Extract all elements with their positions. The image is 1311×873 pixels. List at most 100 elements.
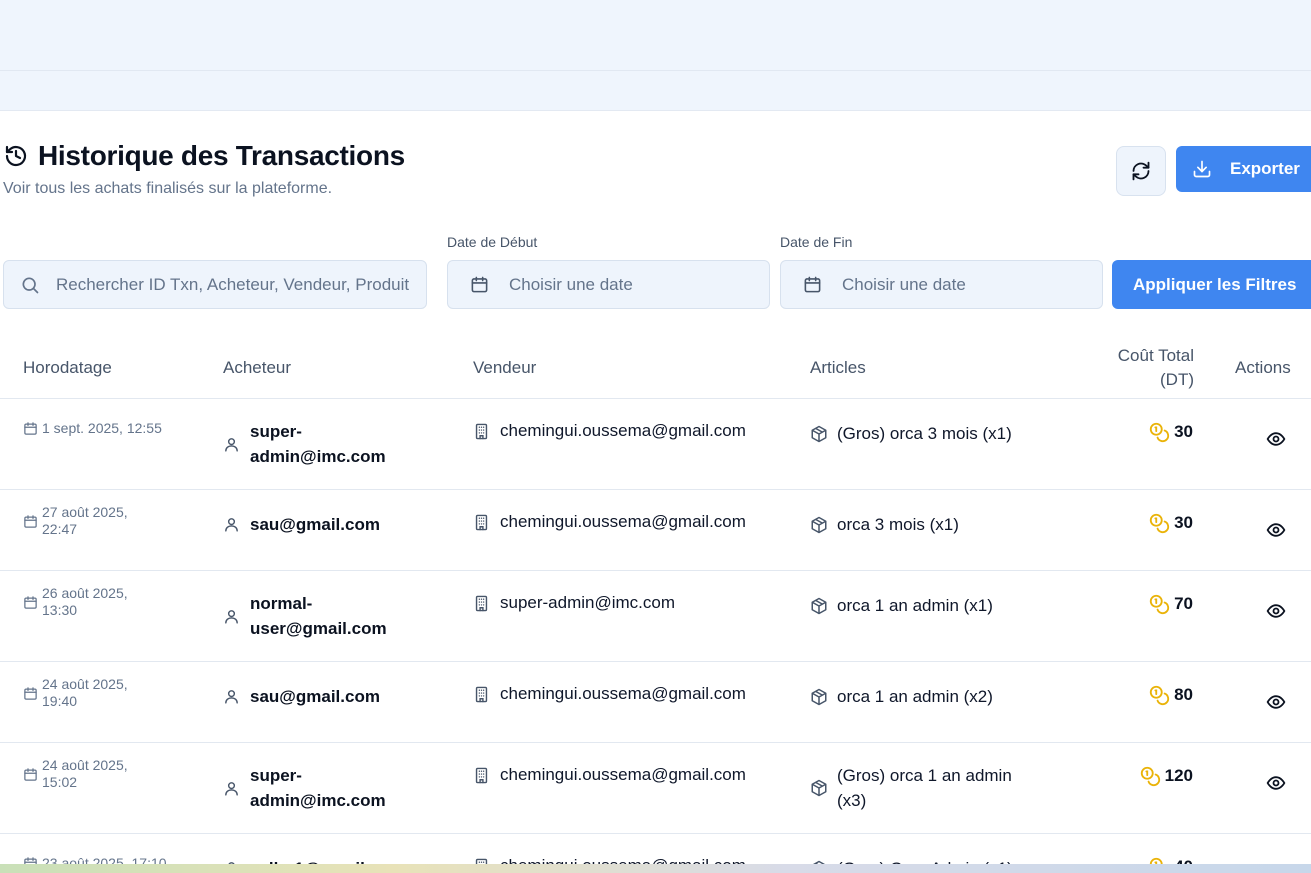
timestamp-text: 24 août 2025, 15:02 — [42, 757, 128, 791]
page-subtitle: Voir tous les achats finalisés sur la pl… — [3, 180, 333, 197]
row-total-cost: 30 — [1148, 421, 1193, 443]
row-total-cost: 70 — [1148, 593, 1193, 615]
buyer-text: super-admin@imc.com — [250, 763, 386, 813]
building-icon — [473, 767, 490, 784]
vendor-text: chemingui.oussema@gmail.com — [500, 765, 746, 784]
view-details-button[interactable] — [1266, 773, 1286, 793]
cost-header-line2: (DT) — [1160, 370, 1194, 389]
user-icon — [223, 516, 240, 533]
row-article: (Gros) orca 3 mois (x1) — [810, 421, 1012, 446]
view-details-button[interactable] — [1266, 692, 1286, 712]
timestamp-line2: 13:30 — [42, 602, 78, 618]
column-header-buyer: Acheteur — [223, 358, 292, 377]
cost-value: 30 — [1174, 513, 1193, 532]
download-icon — [1192, 159, 1212, 179]
buyer-line1: sau@gmail.com — [250, 515, 380, 534]
eye-icon — [1266, 520, 1286, 540]
refresh-button[interactable] — [1116, 146, 1166, 196]
timestamp-line2: 22:47 — [42, 521, 78, 537]
user-icon — [223, 688, 240, 705]
start-date-picker[interactable]: Choisir une date — [447, 260, 770, 309]
header-bottom-border — [0, 110, 1311, 111]
table-row: 24 août 2025, 15:02 super-admin@imc.com che… — [0, 743, 1311, 834]
cost-value: 80 — [1174, 685, 1193, 704]
table-row: 24 août 2025, 19:40 sau@gmail.com chemingui… — [0, 662, 1311, 743]
start-date-label: Date de Début — [447, 234, 538, 250]
row-total-cost: 80 — [1148, 684, 1193, 706]
view-details-button[interactable] — [1266, 429, 1286, 449]
column-header-vendor: Vendeur — [473, 358, 537, 377]
row-vendor: chemingui.oussema@gmail.com — [473, 421, 746, 441]
vendor-text: chemingui.oussema@gmail.com — [500, 684, 746, 703]
article-line1: orca 3 mois (x1) — [837, 515, 959, 534]
search-placeholder: Rechercher ID Txn, Acheteur, Vendeur, Pr… — [56, 274, 410, 294]
building-icon — [473, 423, 490, 440]
user-icon — [223, 780, 240, 797]
timestamp-line1: 24 août 2025, — [42, 757, 128, 773]
article-line1: (Gros) orca 3 mois (x1) — [837, 424, 1012, 443]
history-icon — [4, 144, 28, 168]
coins-icon — [1148, 684, 1170, 706]
article-line1: orca 1 an admin (x2) — [837, 687, 993, 706]
calendar-icon — [23, 767, 38, 782]
column-header-actions: Actions — [1235, 358, 1291, 377]
package-icon — [810, 597, 828, 615]
row-timestamp: 26 août 2025, 13:30 — [23, 585, 128, 619]
row-article: orca 1 an admin (x2) — [810, 684, 993, 709]
coins-icon — [1148, 421, 1170, 443]
cost-value: 30 — [1174, 422, 1193, 441]
calendar-icon — [23, 514, 38, 529]
article-text: orca 1 an admin (x1) — [837, 593, 993, 618]
row-article: (Gros) orca 1 an admin (x3) — [810, 763, 1012, 813]
window-bottom-strip — [0, 864, 1311, 873]
column-header-articles: Articles — [810, 358, 866, 377]
row-timestamp: 1 sept. 2025, 12:55 — [23, 420, 162, 437]
row-timestamp: 24 août 2025, 15:02 — [23, 757, 128, 791]
row-vendor: chemingui.oussema@gmail.com — [473, 684, 746, 704]
view-details-button[interactable] — [1266, 520, 1286, 540]
timestamp-line1: 26 août 2025, — [42, 585, 128, 601]
search-input[interactable]: Rechercher ID Txn, Acheteur, Vendeur, Pr… — [3, 260, 427, 309]
top-header-bar — [0, 0, 1311, 111]
view-details-button[interactable] — [1266, 601, 1286, 621]
row-buyer: super-admin@imc.com — [223, 763, 386, 813]
export-button[interactable]: Exporter — [1176, 146, 1311, 192]
search-icon — [20, 275, 40, 295]
timestamp-text: 1 sept. 2025, 12:55 — [42, 420, 162, 437]
timestamp-line1: 1 sept. 2025, 12:55 — [42, 420, 162, 436]
page-title-row: Historique des Transactions — [4, 140, 405, 172]
row-timestamp: 24 août 2025, 19:40 — [23, 676, 128, 710]
building-icon — [473, 686, 490, 703]
cost-value: 120 — [1164, 766, 1193, 785]
buyer-line1: super- — [250, 422, 302, 441]
package-icon — [810, 779, 828, 797]
table-row: 1 sept. 2025, 12:55 super-admin@imc.com ch… — [0, 399, 1311, 490]
package-icon — [810, 425, 828, 443]
coins-icon — [1148, 512, 1170, 534]
end-date-picker[interactable]: Choisir une date — [780, 260, 1103, 309]
calendar-icon — [23, 421, 38, 436]
row-buyer: normal-user@gmail.com — [223, 591, 387, 641]
row-vendor: super-admin@imc.com — [473, 593, 675, 613]
column-header-total-cost: Coût Total (DT) — [1118, 344, 1194, 392]
row-total-cost: 120 — [1139, 765, 1193, 787]
timestamp-line2: 19:40 — [42, 693, 78, 709]
start-date-placeholder: Choisir une date — [509, 274, 633, 294]
cost-header-line1: Coût Total — [1117, 346, 1194, 365]
eye-icon — [1266, 773, 1286, 793]
vendor-text: chemingui.oussema@gmail.com — [500, 512, 746, 531]
row-timestamp: 27 août 2025, 22:47 — [23, 504, 128, 538]
article-text: (Gros) orca 1 an admin (x3) — [837, 763, 1012, 813]
buyer-text: sau@gmail.com — [250, 684, 380, 709]
cost-value: 70 — [1174, 594, 1193, 613]
apply-filters-button[interactable]: Appliquer les Filtres — [1112, 260, 1311, 309]
article-line2: (x3) — [837, 791, 867, 810]
row-total-cost: 30 — [1148, 512, 1193, 534]
timestamp-line1: 27 août 2025, — [42, 504, 128, 520]
calendar-icon — [23, 595, 38, 610]
article-text: orca 3 mois (x1) — [837, 512, 959, 537]
timestamp-text: 26 août 2025, 13:30 — [42, 585, 128, 619]
vendor-text: chemingui.oussema@gmail.com — [500, 421, 746, 440]
end-date-placeholder: Choisir une date — [842, 274, 966, 294]
article-text: (Gros) orca 3 mois (x1) — [837, 421, 1012, 446]
